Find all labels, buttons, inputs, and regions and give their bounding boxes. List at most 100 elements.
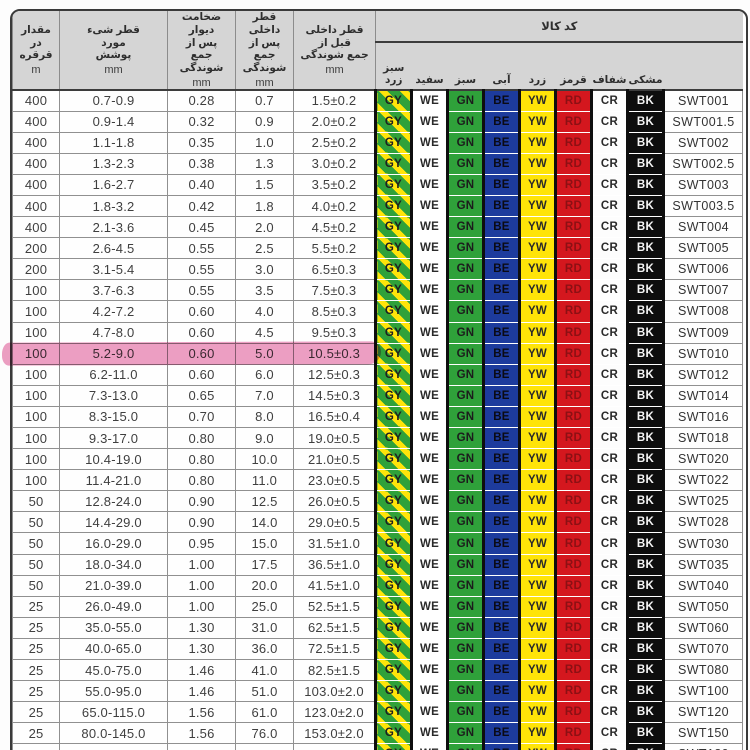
table-row: 100 3.7-6.3 0.55 3.5 7.5±0.3 GY WE GN BE YW RD CR BK… — [12, 279, 744, 302]
product-code-cell: SWT028 — [662, 511, 744, 534]
color-code-cell-rd: RD — [554, 342, 592, 365]
measure-header-line: قرقره — [19, 49, 53, 62]
product-code-cell: SWT018 — [662, 426, 744, 450]
diameter-after-cell: 8.0 — [235, 405, 294, 428]
product-code-cell: SWT003 — [662, 173, 744, 196]
color-code-cell-gn: GN — [446, 532, 484, 555]
color-code-cell-we: WE — [410, 405, 448, 428]
table-row: 400 0.7-0.9 0.28 0.7 1.5±0.2 GY WE GN BE YW RD CR BK… — [12, 89, 744, 112]
color-code-cell-be: BE — [482, 511, 520, 534]
color-code-cell-rd: RD — [554, 279, 592, 302]
spool-amount-cell: 400 — [12, 173, 60, 196]
spool-amount-cell: 400 — [12, 89, 60, 112]
color-code-cell-rd: RD — [554, 637, 592, 661]
color-code-cell-we: WE — [410, 426, 448, 450]
wall-thickness-cell: 1.30 — [167, 637, 236, 661]
diameter-before-cell: 7.5±0.3 — [293, 279, 376, 302]
spool-amount-cell: 100 — [12, 363, 60, 386]
diameter-after-cell: 2.5 — [235, 237, 294, 260]
color-code-cell-rd: RD — [554, 131, 592, 154]
diameter-after-cell: 51.0 — [235, 680, 294, 703]
diameter-after-cell: 1.8 — [235, 194, 294, 218]
table-row: 25 40.0-65.0 1.30 36.0 72.5±1.5 GY WE GN BE YW RD C… — [12, 637, 744, 661]
spool-amount-cell: 100 — [12, 384, 60, 407]
measure-header-line: ضخامت دیوار — [181, 11, 222, 36]
diameter-before-cell: 36.5±1.0 — [293, 553, 376, 576]
object-diameter-cell: 6.2-11.0 — [59, 363, 168, 386]
diameter-after-cell: 1.3 — [235, 152, 294, 175]
measure-header-line: قبل از — [317, 36, 352, 49]
wall-thickness-cell: 1.46 — [167, 680, 236, 703]
color-code-cell-gn: GN — [446, 173, 484, 196]
color-code-cell-yw: YW — [518, 511, 556, 534]
color-code-cell-yw: YW — [518, 152, 556, 175]
spec-table: مقدار در قرقره m قطر شیء مورد پوشش mm ضخامت دیوا… — [12, 11, 744, 750]
wall-thickness-cell: 0.65 — [167, 384, 236, 407]
measure-header-line: قطر داخلی — [248, 11, 281, 36]
color-code-cell-bk: BK — [626, 511, 665, 534]
color-code-cell-bk: BK — [626, 173, 665, 196]
color-code-cell-gy: GY — [374, 469, 412, 492]
color-code-cell-rd: RD — [554, 680, 592, 703]
product-code-cell: SWT005 — [662, 237, 744, 260]
color-code-cell-bk: BK — [626, 89, 665, 112]
color-code-cell-yw: YW — [518, 469, 556, 492]
wall-thickness-cell: 0.42 — [167, 194, 236, 218]
color-code-cell-gn: GN — [446, 637, 484, 661]
color-code-cell-bk: BK — [626, 553, 665, 576]
color-code-cell-gn: GN — [446, 321, 484, 344]
color-code-cell-bk: BK — [626, 701, 665, 724]
color-code-cell-cr: CR — [590, 490, 628, 513]
measure-header-line: قطر داخلی — [305, 23, 364, 36]
object-diameter-cell: 10.4-19.0 — [59, 448, 168, 471]
color-code-cell-we: WE — [410, 701, 448, 724]
table-row: 100 5.2-9.0 0.60 5.0 10.5±0.3 GY WE GN BE YW RD CR B… — [12, 342, 744, 365]
measure-header-line: جمع شوندگی — [242, 49, 287, 75]
color-code-cell-bk: BK — [626, 131, 665, 154]
color-code-cell-be: BE — [482, 616, 520, 639]
product-code-cell: SWT120 — [662, 701, 744, 724]
color-name-text: مشکی — [628, 74, 664, 86]
color-code-cell-cr: CR — [590, 448, 628, 471]
color-code-cell-cr: CR — [590, 553, 628, 576]
color-code-cell-gy: GY — [374, 743, 412, 750]
wall-thickness-cell: 0.60 — [167, 321, 236, 344]
product-code-cell: SWT180 — [662, 743, 744, 750]
object-diameter-cell: 12.8-24.0 — [59, 490, 168, 513]
table-row: 400 2.1-3.6 0.45 2.0 4.5±0.2 GY WE GN BE YW RD CR BK… — [12, 216, 744, 239]
table-row: 50 21.0-39.0 1.00 20.0 41.5±1.0 GY WE GN BE YW RD C… — [12, 574, 744, 597]
color-code-cell-gn: GN — [446, 110, 484, 133]
color-code-cell-gn: GN — [446, 152, 484, 175]
table-row: 100 7.3-13.0 0.65 7.0 14.5±0.3 GY WE GN BE YW RD CR… — [12, 384, 744, 407]
diameter-before-cell: 123.0±2.0 — [293, 701, 376, 724]
spool-amount-cell: 100 — [12, 279, 60, 302]
diameter-after-cell: 1.0 — [235, 131, 294, 154]
object-diameter-cell: 1.3-2.3 — [59, 152, 168, 175]
color-code-cell-bk: BK — [626, 321, 665, 344]
product-code-cell: SWT004 — [662, 216, 744, 239]
color-code-cell-bk: BK — [626, 363, 665, 386]
object-diameter-cell: 3.7-6.3 — [59, 279, 168, 302]
color-code-cell-yw: YW — [518, 448, 556, 471]
color-code-cell-gn: GN — [446, 89, 484, 112]
wall-thickness-cell: 0.80 — [167, 426, 236, 450]
swt-column-header-blank — [663, 42, 743, 91]
spool-amount-cell: 50 — [12, 574, 60, 597]
color-code-cell-cr: CR — [590, 342, 628, 365]
color-name-line: سبز — [383, 61, 405, 74]
color-code-cell-gy: GY — [374, 532, 412, 555]
wall-thickness-cell: 0.38 — [167, 152, 236, 175]
color-name-line: سبز — [454, 73, 477, 86]
diameter-before-cell: 29.0±0.5 — [293, 511, 376, 534]
color-code-cell-we: WE — [410, 532, 448, 555]
diameter-before-cell: 3.0±0.2 — [293, 152, 376, 175]
color-code-cell-we: WE — [410, 722, 448, 745]
diameter-after-cell: 31.0 — [235, 616, 294, 639]
color-code-cell-rd: RD — [554, 152, 592, 175]
color-code-cell-be: BE — [482, 152, 520, 175]
wall-thickness-cell: 0.80 — [167, 469, 236, 492]
color-code-cell-gn: GN — [446, 342, 484, 365]
color-code-cell-we: WE — [410, 258, 448, 281]
color-code-cell-bk: BK — [626, 680, 665, 703]
color-code-cell-gy: GY — [374, 384, 412, 407]
